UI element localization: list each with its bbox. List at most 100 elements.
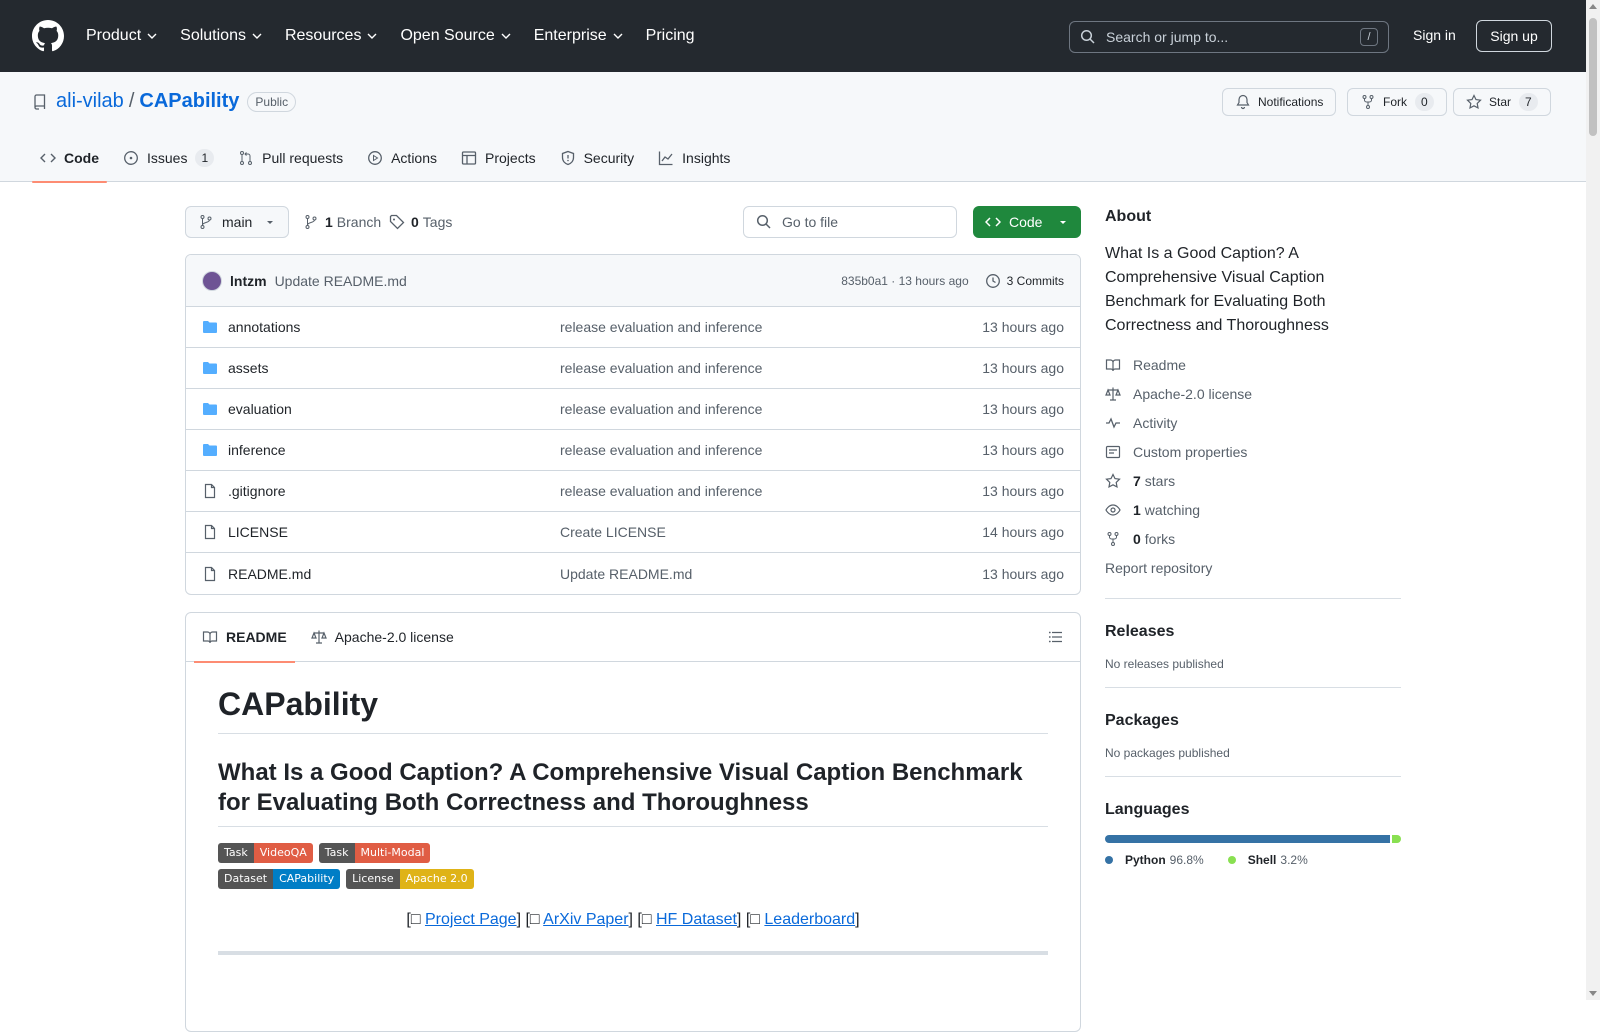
graph-icon <box>659 151 673 166</box>
tags-link[interactable]: 0 Tags <box>389 214 452 230</box>
releases-section: Releases No releases published <box>1105 598 1401 671</box>
nav-pricing[interactable]: Pricing <box>646 27 695 45</box>
scroll-down-icon[interactable] <box>1589 991 1597 996</box>
about-item-pulse[interactable]: Activity <box>1105 408 1401 437</box>
about-item-star[interactable]: 7 stars <box>1105 466 1401 495</box>
about-item-book[interactable]: Readme <box>1105 350 1401 379</box>
language-item[interactable]: Python 96.8% <box>1105 853 1204 867</box>
tab-label: Projects <box>485 150 536 166</box>
readme-badge[interactable]: Dataset CAPability <box>218 869 341 889</box>
code-download-button[interactable]: Code <box>973 206 1081 238</box>
repo-name-link[interactable]: CAPability <box>139 90 239 113</box>
tab-pull-requests[interactable]: Pull requests <box>230 134 351 182</box>
branch-icon <box>200 215 212 229</box>
repo-owner-link[interactable]: ali-vilab <box>56 90 124 113</box>
star-button[interactable]: Star 7 <box>1453 88 1551 116</box>
about-item-count: 0 <box>1133 530 1141 547</box>
notifications-button[interactable]: Notifications <box>1222 88 1337 116</box>
nav-solutions[interactable]: Solutions <box>180 27 263 45</box>
releases-heading[interactable]: Releases <box>1105 623 1401 641</box>
code-icon <box>985 217 1001 227</box>
history-icon <box>985 273 1000 288</box>
commit-author[interactable]: lntzm <box>230 273 267 289</box>
file-name-link[interactable]: LICENSE <box>228 524 560 540</box>
scroll-up-icon[interactable] <box>1589 4 1597 9</box>
language-color-dot <box>1227 856 1236 864</box>
nav-enterprise[interactable]: Enterprise <box>534 27 624 45</box>
file-row[interactable]: LICENSE Create LICENSE 14 hours ago <box>186 512 1080 553</box>
avatar[interactable] <box>202 270 222 291</box>
tab-actions[interactable]: Actions <box>359 134 445 182</box>
search-input[interactable]: Search or jump to... / <box>1069 21 1389 53</box>
nav-resources[interactable]: Resources <box>285 27 378 45</box>
about-item-law[interactable]: Apache-2.0 license <box>1105 379 1401 408</box>
note-icon <box>1105 445 1121 458</box>
badge-label: License <box>346 869 400 889</box>
packages-heading[interactable]: Packages <box>1105 712 1401 730</box>
file-name-link[interactable]: .gitignore <box>228 483 560 499</box>
file-commit-message[interactable]: release evaluation and inference <box>560 360 982 376</box>
commit-meta[interactable]: 835b0a1 · 13 hours ago <box>841 274 968 288</box>
file-row[interactable]: .gitignore release evaluation and inferen… <box>186 471 1080 512</box>
tab-insights[interactable]: Insights <box>650 134 738 182</box>
law-icon <box>1105 387 1121 401</box>
tab-license[interactable]: Apache-2.0 license <box>303 613 462 662</box>
file-commit-message[interactable]: release evaluation and inference <box>560 401 982 417</box>
star-icon <box>1105 472 1121 488</box>
commits-count: 3 Commits <box>1006 273 1064 288</box>
tab-code[interactable]: Code <box>32 134 107 183</box>
tab-projects[interactable]: Projects <box>453 134 544 182</box>
leaderboard-link[interactable]: Leaderboard <box>764 911 855 928</box>
report-repository-link[interactable]: Report repository <box>1105 553 1401 582</box>
tab-readme[interactable]: README <box>194 613 295 663</box>
report-label: Report repository <box>1105 559 1213 576</box>
go-to-file-input[interactable]: Go to file <box>743 206 957 238</box>
file-commit-message[interactable]: release evaluation and inference <box>560 319 982 335</box>
scrollbar[interactable] <box>1586 0 1600 1000</box>
file-row[interactable]: README.md Update README.md 13 hours ago <box>186 553 1080 594</box>
about-item-eye[interactable]: 1 watching <box>1105 495 1401 524</box>
readme-badge[interactable]: Task Multi-Modal <box>318 843 431 863</box>
tab-label: Insights <box>682 150 731 166</box>
about-item-note[interactable]: Custom properties <box>1105 437 1401 466</box>
link-icon: □ <box>641 911 652 928</box>
badge-label: Task <box>218 843 254 863</box>
file-name-link[interactable]: assets <box>228 360 560 376</box>
branch-name: main <box>222 214 253 230</box>
file-name-link[interactable]: evaluation <box>228 401 560 417</box>
file-name-link[interactable]: README.md <box>228 566 560 582</box>
tab-issues[interactable]: Issues 1 <box>115 134 222 182</box>
scrollbar-thumb[interactable] <box>1589 18 1597 136</box>
project-page-link[interactable]: Project Page <box>425 911 517 928</box>
list-icon[interactable] <box>1048 629 1064 645</box>
file-row[interactable]: evaluation release evaluation and inferen… <box>186 389 1080 430</box>
file-commit-message[interactable]: release evaluation and inference <box>560 483 982 499</box>
pulse-icon <box>1106 416 1120 429</box>
readme-badge[interactable]: License Apache 2.0 <box>346 869 474 889</box>
nav-product[interactable]: Product <box>86 27 158 45</box>
file-row[interactable]: inference release evaluation and inferenc… <box>186 430 1080 471</box>
arxiv-paper-link[interactable]: ArXiv Paper <box>543 911 628 928</box>
file-commit-message[interactable]: release evaluation and inference <box>560 442 982 458</box>
file-commit-message[interactable]: Update README.md <box>560 566 982 582</box>
file-row[interactable]: assets release evaluation and inference 13… <box>186 348 1080 389</box>
file-name-link[interactable]: annotations <box>228 319 560 335</box>
nav-open-source[interactable]: Open Source <box>400 27 511 45</box>
file-commit-message[interactable]: Create LICENSE <box>560 524 982 540</box>
branch-selector[interactable]: main <box>185 206 289 238</box>
language-item[interactable]: Shell 3.2% <box>1227 853 1308 867</box>
readme-badge[interactable]: Task VideoQA <box>218 843 313 863</box>
commits-link[interactable]: 3 Commits <box>985 273 1064 289</box>
file-row[interactable]: annotations release evaluation and infere… <box>186 307 1080 348</box>
about-item-fork[interactable]: 0 forks <box>1105 524 1401 553</box>
fork-button[interactable]: Fork 0 <box>1347 88 1447 116</box>
sign-up-button[interactable]: Sign up <box>1476 20 1552 52</box>
github-logo-icon[interactable] <box>32 20 64 52</box>
branches-link[interactable]: 1 Branch <box>303 214 381 230</box>
hf-dataset-link[interactable]: HF Dataset <box>656 911 737 928</box>
file-name-link[interactable]: inference <box>228 442 560 458</box>
tab-security[interactable]: Security <box>552 134 643 182</box>
commit-message[interactable]: Update README.md <box>275 273 407 289</box>
file-commit-time: 13 hours ago <box>982 401 1064 417</box>
sign-in-link[interactable]: Sign in <box>1413 27 1456 43</box>
